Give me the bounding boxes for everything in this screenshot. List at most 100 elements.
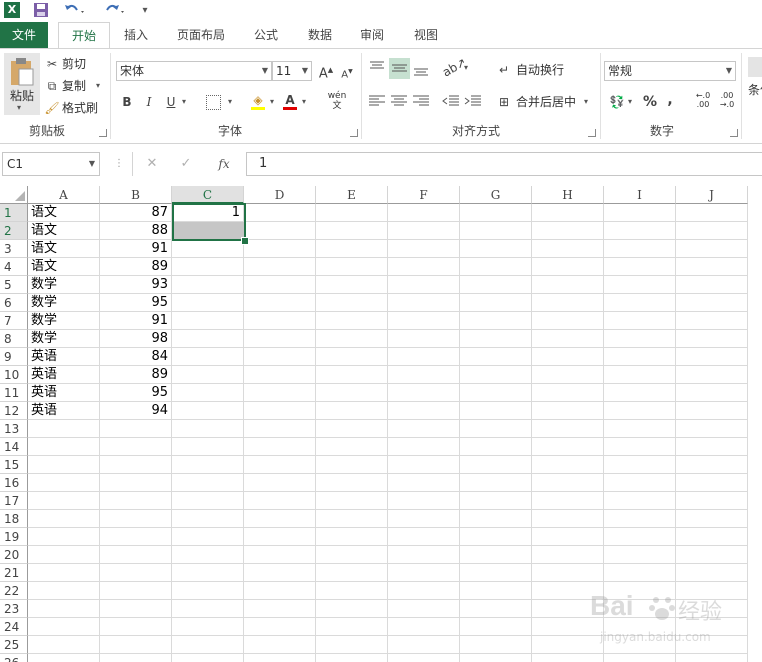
cell-D15[interactable]: [244, 456, 316, 474]
cell-I9[interactable]: [604, 348, 676, 366]
cell-J6[interactable]: [676, 294, 748, 312]
cell-B20[interactable]: [100, 546, 172, 564]
row-header[interactable]: 10: [0, 366, 28, 384]
cell-A9[interactable]: 英语: [28, 348, 100, 366]
cell-F22[interactable]: [388, 582, 460, 600]
cell-B25[interactable]: [100, 636, 172, 654]
align-bottom-icon[interactable]: [412, 59, 430, 77]
cell-C12[interactable]: [172, 402, 244, 420]
row-header[interactable]: 15: [0, 456, 28, 474]
cell-D7[interactable]: [244, 312, 316, 330]
cell-D22[interactable]: [244, 582, 316, 600]
cell-E18[interactable]: [316, 510, 388, 528]
cell-G8[interactable]: [460, 330, 532, 348]
row-header[interactable]: 4: [0, 258, 28, 276]
cell-C9[interactable]: [172, 348, 244, 366]
increase-decimal-button[interactable]: ←.0.00: [692, 91, 714, 109]
cell-I10[interactable]: [604, 366, 676, 384]
cell-H13[interactable]: [532, 420, 604, 438]
phonetic-button[interactable]: wén 文: [326, 91, 348, 111]
cell-E3[interactable]: [316, 240, 388, 258]
resize-handle[interactable]: ⋮: [114, 156, 124, 172]
cell-A23[interactable]: [28, 600, 100, 618]
cell-A16[interactable]: [28, 474, 100, 492]
cell-E6[interactable]: [316, 294, 388, 312]
row-header[interactable]: 22: [0, 582, 28, 600]
cell-C24[interactable]: [172, 618, 244, 636]
cell-B22[interactable]: [100, 582, 172, 600]
cell-E13[interactable]: [316, 420, 388, 438]
cell-D26[interactable]: [244, 654, 316, 662]
row-header[interactable]: 12: [0, 402, 28, 420]
cell-D14[interactable]: [244, 438, 316, 456]
font-name-select[interactable]: 宋体 ▼: [116, 61, 272, 81]
accounting-dropdown-icon[interactable]: ▾: [628, 93, 632, 111]
align-top-icon[interactable]: [368, 59, 386, 77]
cell-B3[interactable]: 91: [100, 240, 172, 258]
shrink-font-button[interactable]: A▼: [340, 63, 354, 84]
cell-H10[interactable]: [532, 366, 604, 384]
cell-J1[interactable]: [676, 204, 748, 222]
cell-B8[interactable]: 98: [100, 330, 172, 348]
cell-H8[interactable]: [532, 330, 604, 348]
cell-D9[interactable]: [244, 348, 316, 366]
cell-E16[interactable]: [316, 474, 388, 492]
cell-C13[interactable]: [172, 420, 244, 438]
cell-A24[interactable]: [28, 618, 100, 636]
cell-I19[interactable]: [604, 528, 676, 546]
row-header[interactable]: 8: [0, 330, 28, 348]
cell-F5[interactable]: [388, 276, 460, 294]
format-painter-button[interactable]: 🖌 格式刷: [44, 99, 106, 117]
cell-D8[interactable]: [244, 330, 316, 348]
cell-I1[interactable]: [604, 204, 676, 222]
formula-input[interactable]: 1: [246, 152, 762, 176]
cell-E14[interactable]: [316, 438, 388, 456]
cell-B7[interactable]: 91: [100, 312, 172, 330]
cell-F2[interactable]: [388, 222, 460, 240]
cell-E11[interactable]: [316, 384, 388, 402]
cell-F10[interactable]: [388, 366, 460, 384]
cell-H5[interactable]: [532, 276, 604, 294]
cell-G26[interactable]: [460, 654, 532, 662]
cell-J5[interactable]: [676, 276, 748, 294]
merge-center-button[interactable]: ⊞ 合并后居中 ▾: [496, 93, 596, 111]
cell-G2[interactable]: [460, 222, 532, 240]
italic-button[interactable]: I: [142, 93, 156, 111]
cell-J4[interactable]: [676, 258, 748, 276]
cell-E20[interactable]: [316, 546, 388, 564]
cell-I5[interactable]: [604, 276, 676, 294]
cell-J12[interactable]: [676, 402, 748, 420]
cell-F12[interactable]: [388, 402, 460, 420]
cell-D24[interactable]: [244, 618, 316, 636]
cell-A19[interactable]: [28, 528, 100, 546]
cell-I7[interactable]: [604, 312, 676, 330]
cell-E12[interactable]: [316, 402, 388, 420]
cell-A3[interactable]: 语文: [28, 240, 100, 258]
cell-J17[interactable]: [676, 492, 748, 510]
cell-E26[interactable]: [316, 654, 388, 662]
cell-D11[interactable]: [244, 384, 316, 402]
font-color-button[interactable]: A: [282, 91, 300, 111]
cell-A20[interactable]: [28, 546, 100, 564]
cell-C23[interactable]: [172, 600, 244, 618]
cell-C3[interactable]: [172, 240, 244, 258]
paste-button[interactable]: 粘贴 ▾: [4, 53, 40, 115]
cell-A10[interactable]: 英语: [28, 366, 100, 384]
cell-D19[interactable]: [244, 528, 316, 546]
decrease-indent-icon[interactable]: [442, 93, 460, 109]
cell-F11[interactable]: [388, 384, 460, 402]
select-all-button[interactable]: [0, 186, 28, 204]
cell-G18[interactable]: [460, 510, 532, 528]
row-header[interactable]: 5: [0, 276, 28, 294]
cell-B19[interactable]: [100, 528, 172, 546]
cell-F13[interactable]: [388, 420, 460, 438]
cell-G23[interactable]: [460, 600, 532, 618]
cell-B15[interactable]: [100, 456, 172, 474]
cell-E9[interactable]: [316, 348, 388, 366]
cell-F6[interactable]: [388, 294, 460, 312]
cell-A14[interactable]: [28, 438, 100, 456]
cell-B14[interactable]: [100, 438, 172, 456]
copy-button[interactable]: ⧉ 复制 ▾: [44, 77, 106, 95]
cell-D5[interactable]: [244, 276, 316, 294]
cell-G4[interactable]: [460, 258, 532, 276]
